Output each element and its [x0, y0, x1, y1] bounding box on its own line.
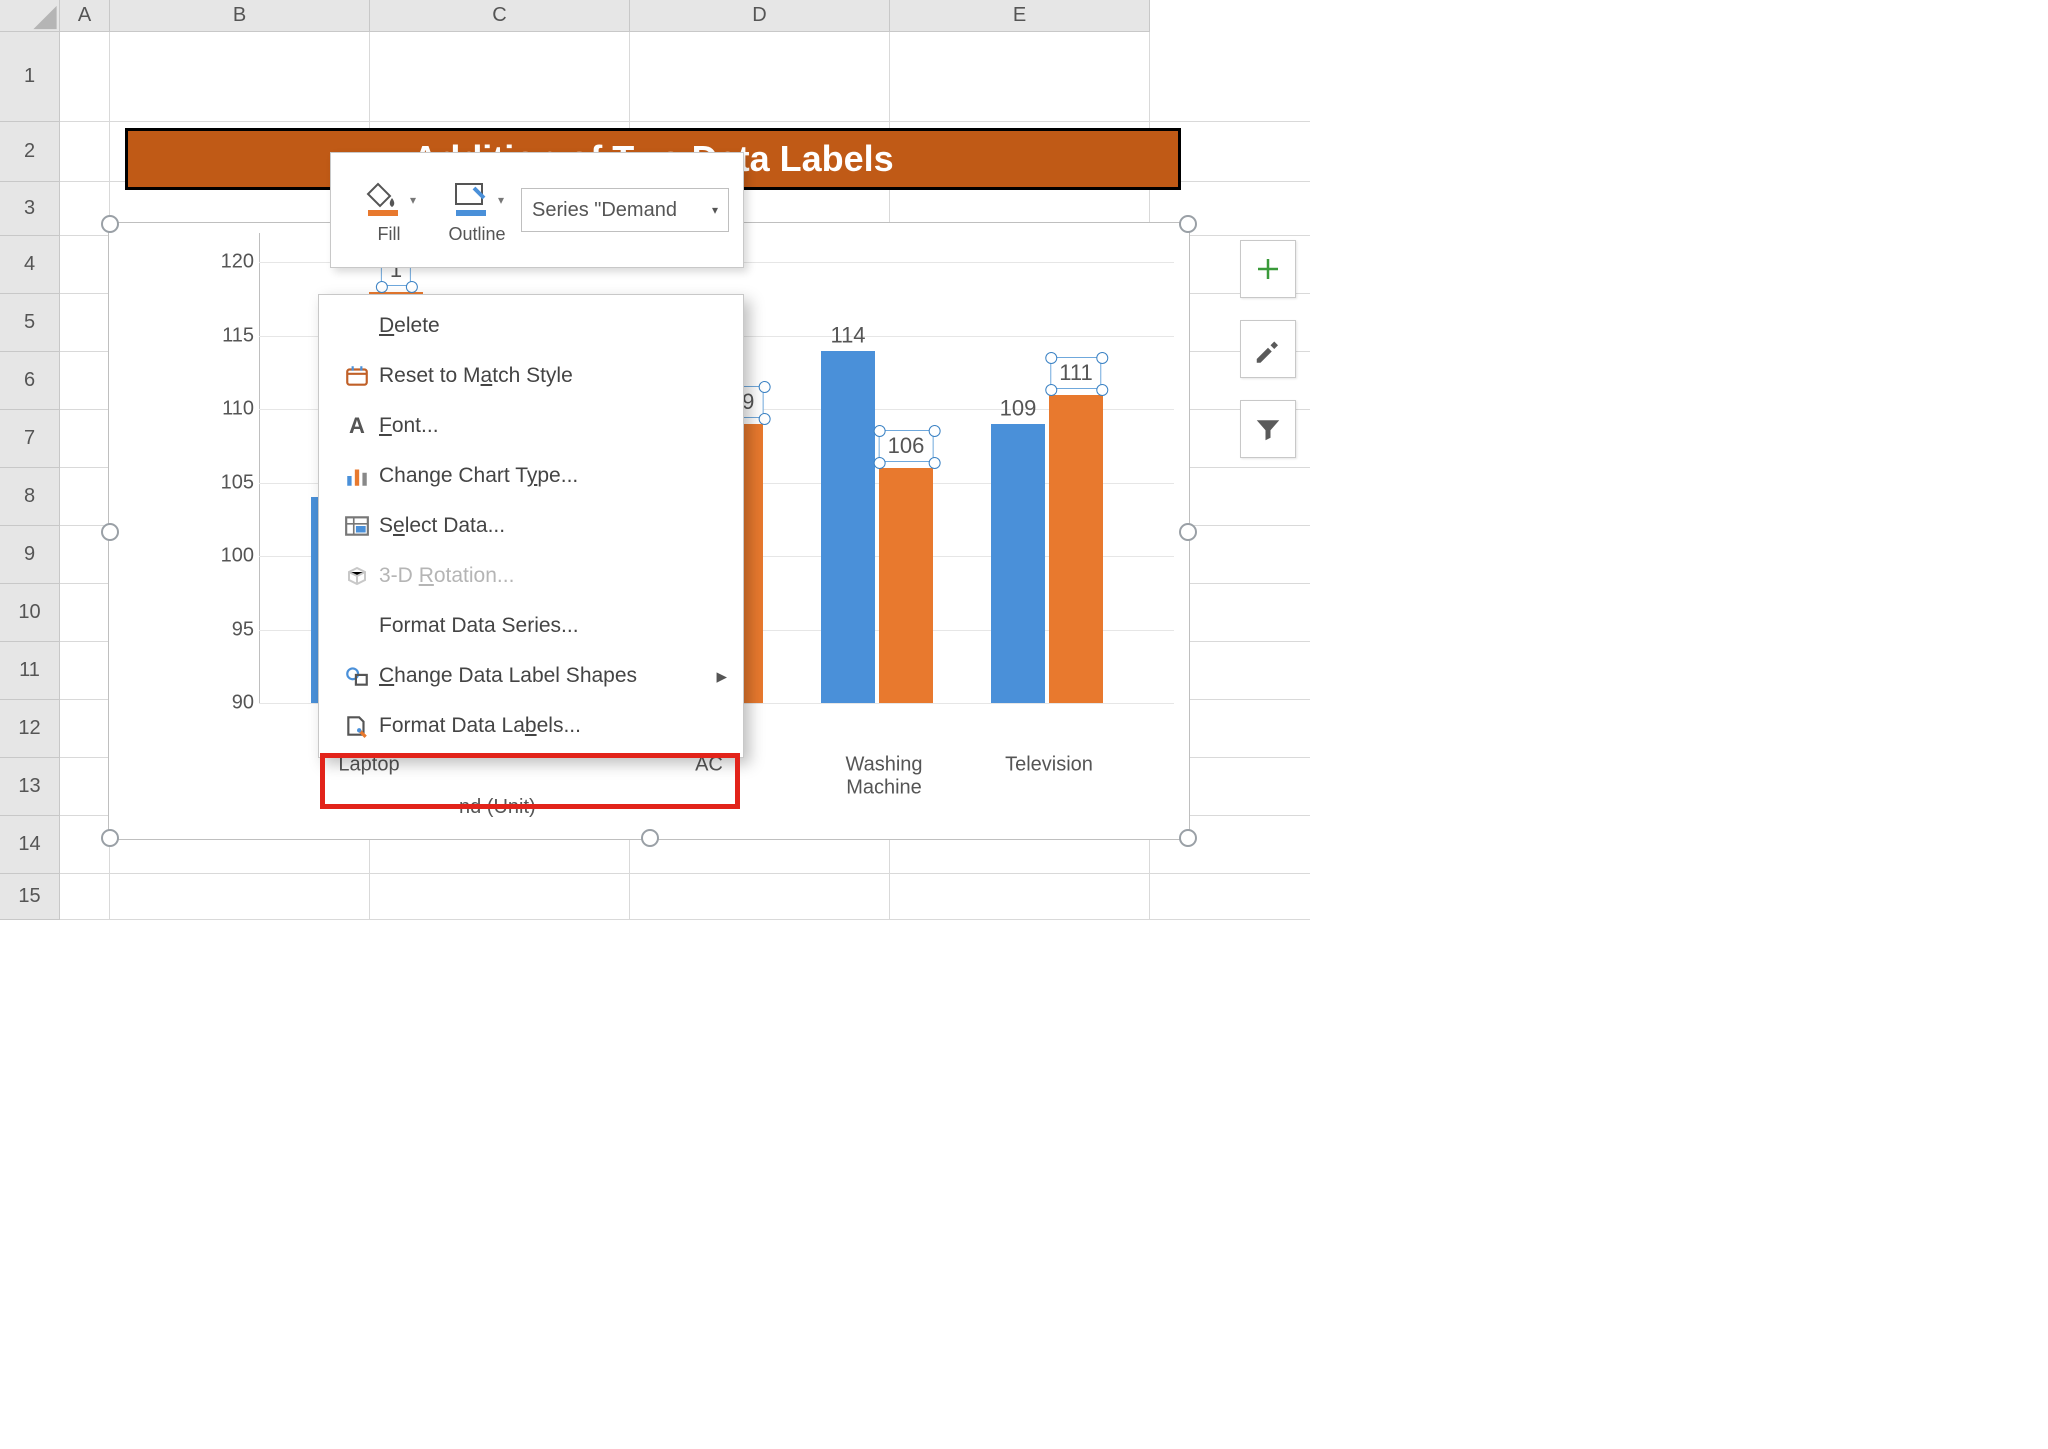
row-header-5[interactable]: 5 [0, 294, 60, 352]
chevron-down-icon: ▾ [712, 203, 718, 217]
data-label-demand-selected[interactable]: 111 [1050, 357, 1101, 389]
row-header-12[interactable]: 12 [0, 700, 60, 758]
row-header-13[interactable]: 13 [0, 758, 60, 816]
label-selection-handle[interactable] [758, 381, 770, 393]
mini-outline-label: Outline [448, 224, 505, 245]
data-label-supply[interactable]: 109 [1000, 395, 1037, 421]
column-header-A[interactable]: A [60, 0, 110, 32]
label-selection-handle[interactable] [758, 413, 770, 425]
y-tick: 90 [232, 692, 254, 715]
menu-font[interactable]: A Font... [319, 401, 743, 451]
row-header-10[interactable]: 10 [0, 584, 60, 642]
row-header-11[interactable]: 11 [0, 642, 60, 700]
cube-icon [335, 564, 379, 588]
label-selection-handle[interactable] [928, 425, 940, 437]
mini-fill-label: Fill [378, 224, 401, 245]
chart-handle-tl[interactable] [101, 215, 119, 233]
data-label-supply[interactable]: 114 [830, 322, 865, 348]
label-selection-handle[interactable] [1097, 384, 1109, 396]
y-tick: 95 [232, 618, 254, 641]
bar-demand[interactable] [1049, 395, 1103, 703]
label-selection-handle[interactable] [1045, 384, 1057, 396]
mini-series-text: Series "Demand [532, 199, 677, 222]
y-tick: 120 [221, 251, 254, 274]
chart-handle-r[interactable] [1179, 523, 1197, 541]
column-header-B[interactable]: B [110, 0, 370, 32]
row-header-8[interactable]: 8 [0, 468, 60, 526]
select-data-icon [335, 513, 379, 539]
row-header-9[interactable]: 9 [0, 526, 60, 584]
menu-3d-rotation: 3-D Rotation... [319, 551, 743, 601]
y-tick: 115 [222, 324, 254, 347]
context-menu: Delete Reset to Match Style A Font... Ch… [318, 294, 744, 758]
bar-group[interactable]: 109 111 [979, 233, 1119, 703]
y-tick: 105 [221, 471, 254, 494]
data-label-demand-selected[interactable]: 106 [879, 430, 934, 462]
y-tick: 100 [221, 545, 254, 568]
chart-handle-bl[interactable] [101, 829, 119, 847]
chart-handle-b[interactable] [641, 829, 659, 847]
font-icon: A [335, 413, 379, 439]
category-label: Television [979, 754, 1119, 800]
label-selection-handle[interactable] [874, 457, 886, 469]
column-header-E[interactable]: E [890, 0, 1150, 32]
column-header-C[interactable]: C [370, 0, 630, 32]
chart-axis-bottom-text: nd (Unit) [459, 796, 536, 819]
category-label: Laptop [299, 754, 439, 800]
shapes-icon [335, 663, 379, 689]
format-labels-icon [335, 713, 379, 739]
menu-reset-style[interactable]: Reset to Match Style [319, 351, 743, 401]
label-selection-handle[interactable] [1045, 352, 1057, 364]
bar-supply[interactable] [991, 424, 1045, 703]
chart-handle-tr[interactable] [1179, 215, 1197, 233]
menu-format-data-series[interactable]: Format Data Series... [319, 601, 743, 651]
row-header-14[interactable]: 14 [0, 816, 60, 874]
submenu-arrow-icon: ▸ [716, 664, 727, 689]
row-header-2[interactable]: 2 [0, 122, 60, 182]
label-selection-handle[interactable] [928, 457, 940, 469]
label-selection-handle[interactable] [1097, 352, 1109, 364]
menu-format-data-labels[interactable]: Format Data Labels... [319, 701, 743, 751]
row-header-7[interactable]: 7 [0, 410, 60, 468]
category-label: Washing Machine [809, 754, 959, 800]
mini-series-dropdown[interactable]: Series "Demand ▾ [521, 188, 729, 232]
row-header-15[interactable]: 15 [0, 874, 60, 920]
menu-change-chart-type[interactable]: Change Chart Type... [319, 451, 743, 501]
menu-delete[interactable]: Delete [319, 301, 743, 351]
row-header-6[interactable]: 6 [0, 352, 60, 410]
menu-select-data[interactable]: Select Data... [319, 501, 743, 551]
reset-icon [335, 363, 379, 389]
label-selection-handle[interactable] [874, 425, 886, 437]
row-header-3[interactable]: 3 [0, 182, 60, 236]
y-tick: 110 [222, 398, 254, 421]
mini-outline-button[interactable]: ▾ Outline [433, 153, 521, 267]
chart-plus-button[interactable] [1240, 240, 1296, 298]
mini-toolbar: ▾ Fill ▾ Outline Series "Demand ▾ [330, 152, 744, 268]
menu-change-label-shapes[interactable]: Change Data Label Shapes ▸ [319, 651, 743, 701]
category-label: AC [639, 754, 779, 800]
select-all-corner[interactable] [0, 0, 60, 32]
chart-handle-br[interactable] [1179, 829, 1197, 847]
row-header-1[interactable]: 1 [0, 32, 60, 122]
column-header-D[interactable]: D [630, 0, 890, 32]
bar-demand[interactable] [879, 468, 933, 703]
row-header-4[interactable]: 4 [0, 236, 60, 294]
chart-filter-button[interactable] [1240, 400, 1296, 458]
chart-handle-l[interactable] [101, 523, 119, 541]
bar-supply[interactable] [821, 351, 875, 704]
mini-fill-button[interactable]: ▾ Fill [345, 153, 433, 267]
chart-styles-button[interactable] [1240, 320, 1296, 378]
chart-type-icon [335, 463, 379, 489]
label-selection-handle[interactable] [376, 281, 388, 293]
bar-group[interactable]: 114 106 [809, 233, 949, 703]
